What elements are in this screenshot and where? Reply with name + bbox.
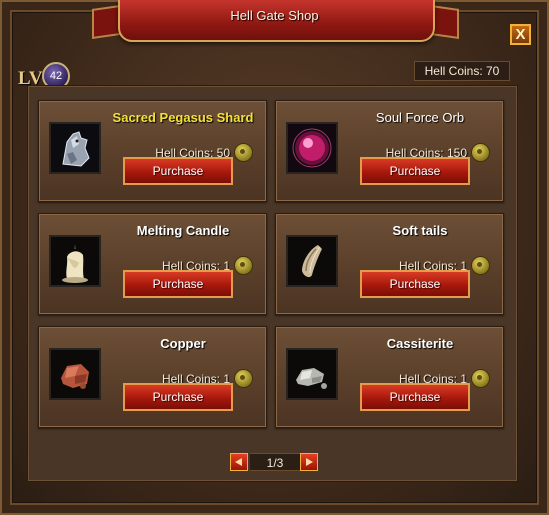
item-name: Sacred Pegasus Shard (112, 110, 254, 125)
candle-icon (51, 237, 99, 285)
item-name: Cassiterite (386, 336, 454, 351)
close-button[interactable]: X (510, 24, 531, 45)
hell-coin-icon (471, 256, 490, 275)
item-slot[interactable] (49, 235, 101, 287)
hell-coin-icon (471, 369, 490, 388)
purchase-button[interactable]: Purchase (123, 270, 233, 298)
item-name: Copper (160, 336, 206, 351)
purchase-button[interactable]: Purchase (360, 383, 470, 411)
cassiterite-ore-icon (288, 350, 336, 398)
purchase-button[interactable]: Purchase (360, 157, 470, 185)
purchase-button[interactable]: Purchase (123, 157, 233, 185)
item-slot[interactable] (286, 122, 338, 174)
pagination: 1/3 (230, 453, 318, 473)
purchase-button[interactable]: Purchase (123, 383, 233, 411)
shop-item-card: Soul Force Orb Hell Coins: 150 Purchase (275, 100, 504, 202)
window-title: Hell Gate Shop (230, 8, 319, 23)
tail-icon (288, 237, 336, 285)
shop-items-panel: Sacred Pegasus Shard Hell Coins: 50 Purc… (27, 85, 518, 482)
purchase-button[interactable]: Purchase (360, 270, 470, 298)
item-slot[interactable] (49, 348, 101, 400)
shop-item-card: Soft tails Hell Coins: 1 Purchase (275, 213, 504, 315)
copper-ore-icon (51, 350, 99, 398)
hell-coin-icon (234, 256, 253, 275)
item-name: Melting Candle (136, 223, 230, 238)
shop-item-card: Cassiterite Hell Coins: 1 Purchase (275, 326, 504, 428)
hell-coins-balance: Hell Coins: 70 (414, 61, 510, 81)
item-name: Soft tails (392, 223, 448, 238)
shop-item-card: Copper Hell Coins: 1 Purchase (38, 326, 267, 428)
shop-item-card: Sacred Pegasus Shard Hell Coins: 50 Purc… (38, 100, 267, 202)
soul-orb-icon (288, 124, 336, 172)
item-slot[interactable] (286, 235, 338, 287)
item-name: Soul Force Orb (375, 110, 465, 125)
pegasus-shard-icon (51, 124, 99, 172)
hell-coin-icon (471, 143, 490, 162)
hell-coin-icon (234, 369, 253, 388)
next-page-arrow-icon[interactable] (300, 453, 318, 471)
hell-coin-icon (234, 143, 253, 162)
page-indicator: 1/3 (250, 453, 300, 471)
item-slot[interactable] (286, 348, 338, 400)
item-slot[interactable] (49, 122, 101, 174)
prev-page-arrow-icon[interactable] (230, 453, 248, 471)
shop-item-card: Melting Candle Hell Coins: 1 Purchase (38, 213, 267, 315)
